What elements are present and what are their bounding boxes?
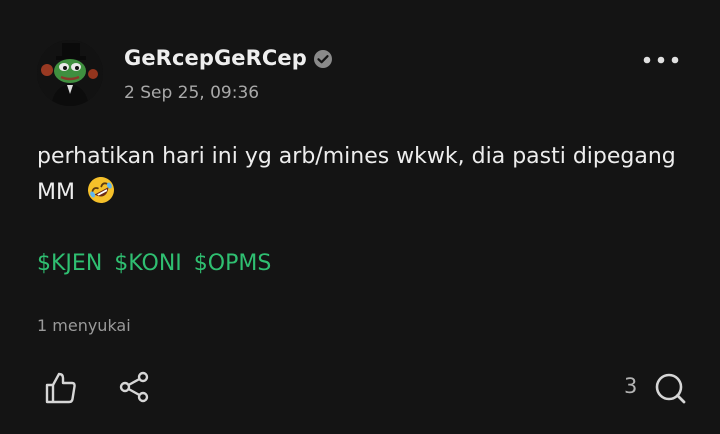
pepe-frog-avatar-icon: [37, 40, 103, 106]
author-name[interactable]: GeRcepGeRCep: [124, 46, 307, 70]
likes-count[interactable]: 1 menyukai: [37, 316, 131, 335]
ticker-link[interactable]: $KONI: [114, 251, 181, 276]
ticker-list: $KJEN $KONI $OPMS: [37, 251, 276, 276]
post-text: perhatikan hari ini yg arb/mines wkwk, d…: [37, 144, 676, 205]
post-timestamp: 2 Sep 25, 09:36: [124, 83, 260, 103]
thumbs-up-icon[interactable]: [42, 369, 80, 407]
more-horizontal-icon[interactable]: [642, 52, 680, 68]
comment-count: 3: [624, 374, 638, 398]
avatar[interactable]: [37, 40, 103, 106]
post-card: GeRcepGeRCep 2 Sep 25, 09:36 perhatikan …: [0, 0, 720, 434]
comment-icon[interactable]: [651, 370, 689, 408]
post-body: perhatikan hari ini yg arb/mines wkwk, d…: [37, 139, 677, 211]
ticker-link[interactable]: $KJEN: [37, 251, 102, 276]
verified-badge-icon: [314, 50, 332, 68]
rolling-on-floor-laughing-emoji-icon: [87, 177, 114, 203]
ticker-link[interactable]: $OPMS: [194, 251, 272, 276]
share-icon[interactable]: [116, 369, 152, 405]
